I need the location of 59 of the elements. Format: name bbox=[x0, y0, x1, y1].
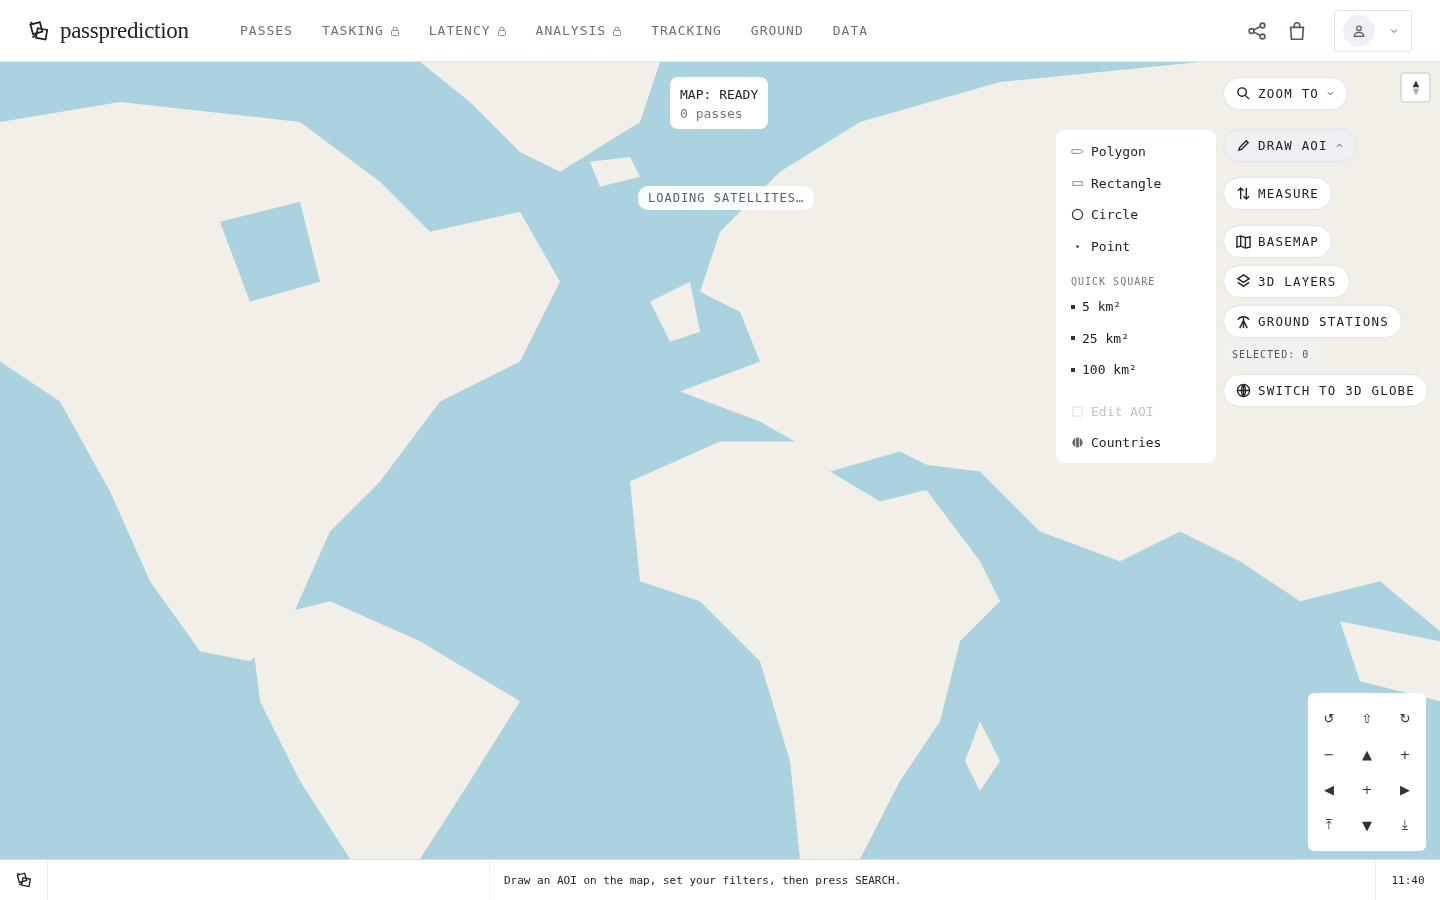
menu-item[interactable]: 5 km² bbox=[1056, 291, 1216, 323]
nav-link[interactable]: DATA bbox=[832, 23, 869, 38]
pad-button[interactable]: ▶ bbox=[1386, 772, 1424, 808]
pad-button[interactable]: ↻ bbox=[1386, 701, 1424, 737]
map-icon bbox=[1236, 234, 1251, 249]
compass-icon bbox=[1410, 78, 1421, 97]
search-icon bbox=[1236, 86, 1251, 101]
map-tool-button[interactable]: ZOOM TO bbox=[1223, 77, 1349, 110]
layers-icon bbox=[1236, 274, 1251, 289]
globe-icon bbox=[1236, 383, 1251, 398]
pad-button[interactable]: ◀ bbox=[1310, 772, 1348, 808]
pad-button[interactable]: + bbox=[1348, 772, 1386, 808]
pad-button[interactable]: − bbox=[1310, 736, 1348, 772]
map-tool-button[interactable]: DRAW AOI bbox=[1223, 129, 1357, 162]
map-tool-button[interactable]: MEASURE bbox=[1223, 177, 1333, 210]
map-tool-button[interactable]: GROUND STATIONS bbox=[1223, 305, 1402, 338]
pad-button[interactable]: + bbox=[1386, 736, 1424, 772]
globe-icon bbox=[1071, 436, 1084, 450]
pencil-icon bbox=[1236, 138, 1251, 153]
user-icon bbox=[1351, 22, 1367, 39]
share-icon[interactable] bbox=[1246, 19, 1268, 42]
menu-item[interactable]: Countries bbox=[1056, 427, 1216, 459]
menu-item[interactable]: Circle bbox=[1056, 199, 1216, 231]
pass-count: 0 passes bbox=[680, 106, 744, 121]
status-message: Draw an AOI on the map, set your filters, then press SEARCH. bbox=[504, 873, 902, 887]
nav-link[interactable]: LATENCY bbox=[428, 23, 507, 38]
clock-time: 11:40 bbox=[1391, 873, 1425, 887]
nav-link[interactable]: TRACKING bbox=[651, 23, 722, 38]
nav-link[interactable]: PASSES bbox=[240, 23, 293, 38]
pad-button[interactable]: ▲ bbox=[1348, 736, 1386, 772]
lock-icon bbox=[389, 25, 400, 36]
nav-link[interactable]: ANALYSIS bbox=[535, 23, 623, 38]
pad-button[interactable]: ⤒ bbox=[1310, 807, 1348, 843]
map-tool-button[interactable]: BASEMAP bbox=[1223, 225, 1333, 258]
menu-item[interactable]: 100 km² bbox=[1056, 354, 1216, 386]
lock-icon bbox=[496, 25, 507, 36]
compass-button[interactable] bbox=[1400, 72, 1431, 103]
map-status-title: MAP: READY bbox=[680, 87, 759, 102]
menu-item[interactable]: 25 km² bbox=[1056, 322, 1216, 354]
menu-item[interactable]: Point bbox=[1056, 230, 1216, 262]
map-tool-button[interactable]: 3D LAYERS bbox=[1223, 265, 1350, 298]
pad-button[interactable]: ⇧ bbox=[1348, 701, 1386, 737]
circle-icon bbox=[1071, 208, 1084, 222]
loading-badge: LOADING SATELLITES… bbox=[638, 186, 815, 210]
antenna-icon bbox=[1236, 314, 1251, 329]
menu-item[interactable]: Polygon bbox=[1056, 136, 1216, 168]
globe-switch-button[interactable]: SWITCH TO 3D GLOBE bbox=[1223, 374, 1429, 407]
pad-button[interactable]: ▼ bbox=[1348, 807, 1386, 843]
dashed-square-icon bbox=[1071, 404, 1084, 418]
arrows-icon bbox=[1236, 186, 1251, 201]
lock-icon bbox=[612, 25, 623, 36]
brand-name[interactable]: passprediction bbox=[60, 17, 189, 44]
nav-link[interactable]: TASKING bbox=[321, 23, 400, 38]
section-heading: QUICK SQUARE bbox=[1070, 275, 1157, 289]
nav-link[interactable]: GROUND bbox=[750, 23, 804, 38]
pad-button[interactable]: ↺ bbox=[1310, 701, 1348, 737]
menu-item[interactable]: Rectangle bbox=[1056, 167, 1216, 199]
pad-button[interactable]: ⤓ bbox=[1386, 807, 1424, 843]
selected-count: SELECTED: 0 bbox=[1223, 344, 1319, 365]
